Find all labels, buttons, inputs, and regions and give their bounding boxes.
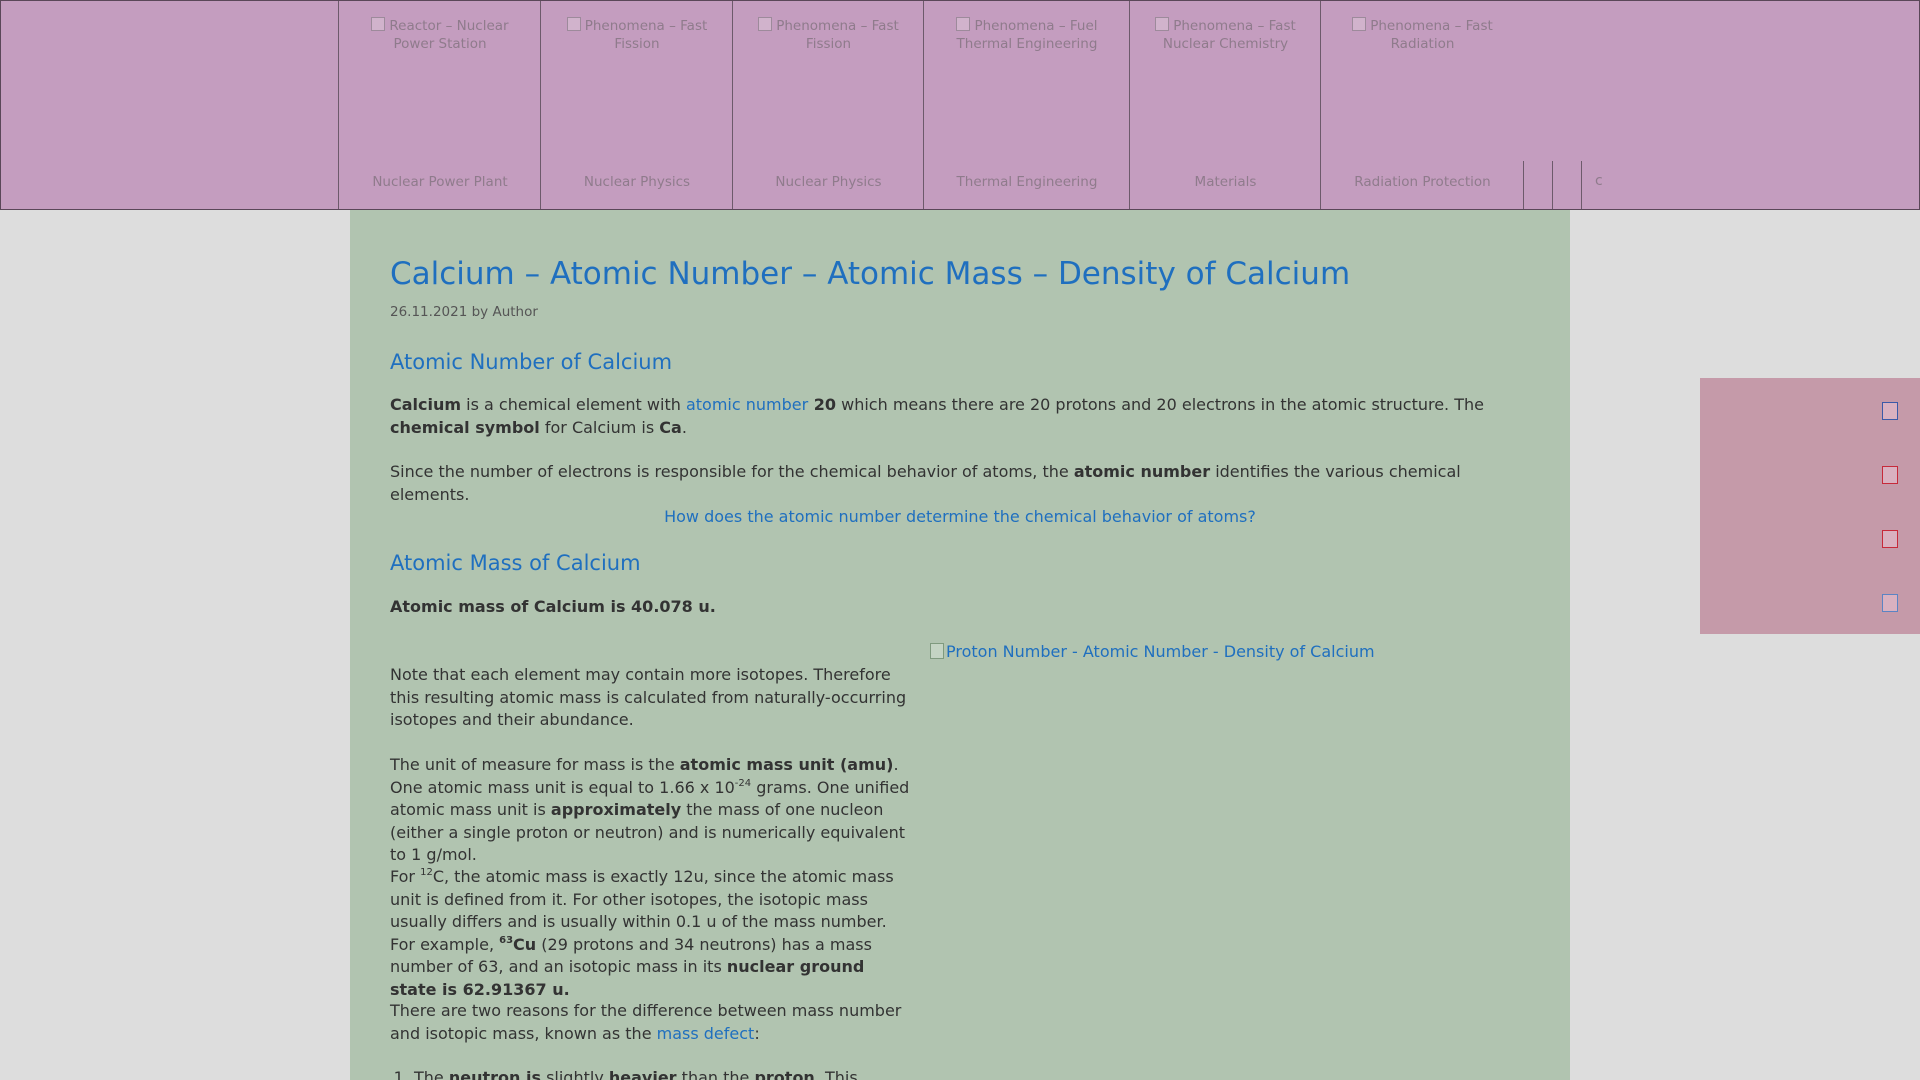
paragraph-isotopic-mass: For 12C, the atomic mass is exactly 12u,… bbox=[390, 866, 910, 1001]
atomic-mass-statement: Atomic mass of Calcium is 40.078 u. bbox=[390, 596, 716, 619]
bold-symbol: Ca bbox=[659, 417, 682, 437]
paragraph-mass-defect: There are two reasons for the difference… bbox=[390, 1000, 910, 1045]
atomic-number-link[interactable]: atomic number bbox=[686, 395, 808, 414]
bold-atomic-mass: Atomic mass of Calcium is 40.078 u. bbox=[390, 597, 716, 616]
text: . This bbox=[814, 1068, 858, 1080]
broken-image-icon bbox=[1352, 17, 1367, 31]
text: : bbox=[754, 1023, 760, 1043]
broken-image-icon bbox=[1155, 17, 1170, 31]
broken-image-icon bbox=[956, 17, 971, 31]
broken-image-icon bbox=[930, 643, 944, 659]
post-author[interactable]: Author bbox=[492, 304, 537, 320]
nav-item-nuclear-physics[interactable]: Phenomena – Fast Fission Nuclear Physics bbox=[540, 1, 733, 209]
section-heading-atomic-number: Atomic Number of Calcium bbox=[390, 350, 673, 374]
broken-image-icon bbox=[758, 17, 773, 31]
top-navigation: Reactor – Nuclear Power Station Nuclear … bbox=[0, 0, 1920, 210]
bold-approximately: approximately bbox=[550, 800, 682, 819]
superscript: 12 bbox=[420, 867, 433, 878]
text: for Calcium is bbox=[539, 417, 660, 437]
mass-defect-reasons-list: The neutron is slightly heavier than the… bbox=[390, 1067, 934, 1080]
nav-utility-button-2[interactable] bbox=[1552, 161, 1582, 209]
text: which means there are 20 protons and 20 … bbox=[836, 395, 1484, 414]
text: . bbox=[681, 417, 687, 437]
text: slightly bbox=[540, 1068, 609, 1080]
nav-item-label: Radiation Protection bbox=[1354, 174, 1491, 190]
broken-image-icon bbox=[371, 17, 386, 31]
list-item: The neutron is slightly heavier than the… bbox=[414, 1067, 934, 1080]
paragraph-amu: The unit of measure for mass is the atom… bbox=[390, 754, 910, 867]
section-heading-atomic-mass: Atomic Mass of Calcium bbox=[390, 551, 641, 575]
figure-alt-text: Proton Number - Atomic Number - Density … bbox=[946, 642, 1375, 661]
pinterest-icon[interactable] bbox=[1882, 466, 1898, 484]
nav-item-label: Nuclear Physics bbox=[583, 174, 691, 190]
paragraph-atomic-number: Calcium is a chemical element with atomi… bbox=[390, 394, 1530, 439]
nav-utility-button-1[interactable] bbox=[1523, 161, 1553, 209]
post-date: 26.11.2021 bbox=[390, 304, 468, 320]
nav-item-nuclear-power-plant[interactable]: Reactor – Nuclear Power Station Nuclear … bbox=[338, 1, 541, 209]
bold-number: 20 bbox=[808, 395, 837, 414]
post-meta: 26.11.2021 by Author bbox=[390, 304, 538, 320]
broken-image-icon bbox=[566, 17, 581, 31]
nav-item-label: Nuclear Physics bbox=[775, 174, 882, 190]
figure-image-placeholder[interactable]: Proton Number - Atomic Number - Density … bbox=[930, 642, 1375, 661]
text: Since the number of electrons is respons… bbox=[390, 462, 1074, 481]
text: There are two reasons for the difference… bbox=[390, 1001, 902, 1043]
article-container: Calcium – Atomic Number – Atomic Mass – … bbox=[350, 210, 1570, 1080]
text: is a chemical element with bbox=[461, 395, 686, 414]
bold-atomic-number: atomic number bbox=[1073, 462, 1211, 481]
bold-text: heavier bbox=[608, 1068, 677, 1080]
mass-defect-link[interactable]: mass defect bbox=[657, 1024, 755, 1043]
page-title: Calcium – Atomic Number – Atomic Mass – … bbox=[390, 256, 1351, 292]
text: The unit of measure for mass is the bbox=[390, 755, 680, 774]
bold-amu: atomic mass unit (amu) bbox=[679, 755, 894, 774]
twitter-icon[interactable] bbox=[1882, 594, 1898, 612]
paragraph-isotopes: Note that each element may contain more … bbox=[390, 665, 907, 729]
superscript: -24 bbox=[734, 777, 752, 789]
bold-text: proton bbox=[754, 1068, 815, 1080]
nav-item-label: Materials bbox=[1194, 174, 1257, 190]
text: For bbox=[390, 867, 421, 886]
social-share-bar bbox=[1700, 378, 1920, 634]
superscript: 63 bbox=[499, 934, 514, 946]
center-link-paragraph: How does the atomic number determine the… bbox=[390, 506, 1530, 529]
nav-item-thermal-engineering[interactable]: Phenomena – Fuel Thermal Engineering The… bbox=[923, 1, 1130, 209]
nav-image-placeholder: Phenomena – Fast Fission bbox=[559, 17, 715, 53]
nav-image-placeholder: Phenomena – Fast Radiation bbox=[1339, 17, 1506, 53]
bold-text: neutron is bbox=[448, 1068, 541, 1080]
nav-item-nuclear-physics-2[interactable]: Phenomena – Fast Fission Nuclear Physics bbox=[732, 1, 924, 209]
paragraph-chemical-behavior: Since the number of electrons is respons… bbox=[390, 461, 1530, 506]
facebook-icon[interactable] bbox=[1882, 402, 1898, 420]
nav-item-radiation-protection[interactable]: Phenomena – Fast Radiation Radiation Pro… bbox=[1320, 1, 1524, 209]
nav-image-placeholder: Phenomena – Fast Nuclear Chemistry bbox=[1148, 17, 1303, 53]
nav-utility-text[interactable]: c bbox=[1595, 173, 1603, 189]
chemical-behavior-link[interactable]: How does the atomic number determine the… bbox=[664, 507, 1256, 526]
nav-image-placeholder: Phenomena – Fast Fission bbox=[751, 17, 906, 53]
bold-element: Calcium bbox=[390, 395, 462, 414]
nav-item-materials[interactable]: Phenomena – Fast Nuclear Chemistry Mater… bbox=[1129, 1, 1321, 209]
nav-image-placeholder: Reactor – Nuclear Power Station bbox=[357, 17, 523, 53]
nav-item-label: Thermal Engineering bbox=[956, 174, 1098, 190]
bold-chemical-symbol: chemical symbol bbox=[390, 417, 540, 437]
youtube-icon[interactable] bbox=[1882, 530, 1898, 548]
text: The bbox=[414, 1068, 449, 1080]
post-by: by bbox=[471, 304, 489, 320]
nav-image-placeholder: Phenomena – Fuel Thermal Engineering bbox=[956, 17, 1098, 52]
nav-item-label: Nuclear Power Plant bbox=[372, 174, 508, 190]
text: than the bbox=[676, 1068, 755, 1080]
bold-cu: Cu bbox=[513, 934, 537, 954]
